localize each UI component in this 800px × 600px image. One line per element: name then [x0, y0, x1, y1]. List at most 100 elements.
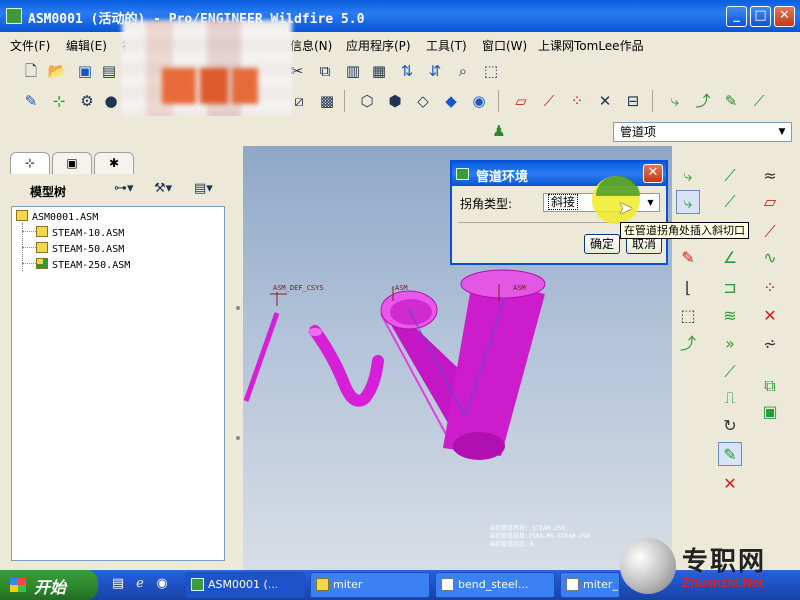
select-box-icon[interactable]: ⬚ — [480, 60, 502, 82]
pipe-bend-table-icon[interactable]: ⎍ — [718, 386, 742, 410]
pipe-stack-icon[interactable]: ⩫ — [758, 332, 782, 356]
pipe-bend-icon[interactable]: ∠ — [718, 246, 742, 270]
menu-edit[interactable]: 编辑(E) — [66, 37, 107, 54]
pipe-line-stock-icon[interactable]: ⟋ — [718, 164, 742, 188]
shading-icon[interactable]: ◆ — [440, 90, 462, 112]
dialog-close-icon[interactable]: ✕ — [643, 164, 663, 183]
hidden-line-icon[interactable]: ⬢ — [384, 90, 406, 112]
tooltip: 在管道拐角处插入斜切口 — [620, 222, 749, 239]
model-display-icon[interactable]: ◉ — [468, 90, 490, 112]
title-bar: ASM0001 (活动的) - Pro/ENGINEER Wildfire 5.… — [0, 0, 800, 32]
pipe-points-icon[interactable]: ⁘ — [758, 276, 782, 300]
pipe-box-icon[interactable]: ⬚ — [676, 304, 700, 328]
assembly-icon — [16, 210, 28, 221]
menu-applications[interactable]: 应用程序(P) — [346, 37, 411, 54]
save-icon[interactable]: ▣ — [74, 60, 96, 82]
network-icon[interactable]: ⊹ — [48, 90, 70, 112]
new-icon[interactable]: 🗋 — [20, 60, 42, 82]
pipe-edit-icon[interactable]: ✎ — [720, 90, 742, 112]
print-icon[interactable]: ▤ — [98, 60, 120, 82]
menu-window[interactable]: 窗口(W) — [482, 37, 527, 54]
datum-point-icon[interactable]: ⁘ — [566, 90, 588, 112]
paste-icon[interactable]: ▥ — [342, 60, 364, 82]
task-miter[interactable]: miter — [310, 572, 430, 598]
panel-sash[interactable] — [233, 146, 243, 570]
tree-filter-icon[interactable]: ▤▾ — [194, 181, 213, 201]
navigator-panel: ⊹ ▣ ✱ 模型树 ⊶▾ ⚒▾ ▤▾ ASM0001.ASM STEAM-10.… — [0, 146, 233, 570]
tab-model-tree[interactable]: ⊹ — [10, 152, 50, 174]
menu-info[interactable]: 信息(N) — [290, 37, 332, 54]
tree-item-steam-250[interactable]: STEAM-250.ASM — [36, 258, 130, 271]
corner-type-value: 斜接 — [548, 194, 579, 210]
regenerate-icon[interactable]: ⇅ — [396, 60, 418, 82]
selection-filter[interactable]: 管道项 ▼ — [613, 122, 792, 142]
shade-icon[interactable]: ● — [100, 90, 122, 112]
pipe-diagonal-icon[interactable]: ⟋ — [758, 220, 782, 244]
pipe-flow-icon[interactable]: » — [718, 332, 742, 356]
task-bend-steel[interactable]: bend_steel... — [435, 572, 555, 598]
pipe-wave-icon[interactable]: ≈ — [758, 164, 782, 188]
no-hidden-icon[interactable]: ◇ — [412, 90, 434, 112]
pipe-cross-icon[interactable]: ✕ — [758, 304, 782, 328]
show-desktop-icon[interactable]: ▤ — [110, 576, 126, 592]
tree-item-steam-10[interactable]: STEAM-10.ASM — [36, 226, 124, 239]
pipe-check-icon[interactable]: ✎ — [718, 442, 742, 466]
menu-file[interactable]: 文件(F) — [10, 37, 50, 54]
app-icon — [6, 8, 22, 24]
pipe-sketch-icon[interactable]: ✎ — [676, 246, 700, 270]
tree-settings-icon[interactable]: ⊶▾ — [114, 181, 134, 201]
close-button[interactable]: ✕ — [774, 6, 795, 27]
piping-toolbar: ⤷ ⟋ ≈ ⤷ ⟋ ▱ ⟋ ✎ ∠ ∿ ⌊ ⊐ ⁘ ⬚ ≋ ✕ ⤴ » ⩫ ⟋ … — [672, 146, 800, 570]
pipe-route-icon[interactable]: ⤴ — [692, 90, 714, 112]
tree-item-steam-50[interactable]: STEAM-50.ASM — [36, 242, 124, 255]
pipe-segment-icon[interactable]: ⟋ — [748, 90, 770, 112]
minimize-button[interactable]: _ — [726, 6, 747, 27]
start-button[interactable]: 开始 — [0, 570, 98, 600]
layer-icon[interactable]: ▩ — [316, 90, 338, 112]
pipe-wave2-icon[interactable]: ≋ — [718, 304, 742, 328]
wireframe-icon[interactable]: ⬡ — [356, 90, 378, 112]
sketch-icon[interactable]: ✎ — [20, 90, 42, 112]
pipe-small-left — [243, 312, 280, 402]
settings-icon[interactable]: ⚙ — [76, 90, 98, 112]
datum-plane-icon[interactable]: ▱ — [510, 90, 532, 112]
tree-columns-icon[interactable]: ⚒▾ — [154, 181, 172, 201]
task-asm0001[interactable]: ASM0001 (... — [185, 572, 305, 598]
open-icon[interactable]: 📂 — [46, 60, 68, 82]
pipe-layer-icon[interactable]: ▣ — [758, 400, 782, 424]
media-icon[interactable]: ◉ — [154, 576, 170, 592]
copy-icon[interactable]: ⧉ — [314, 60, 336, 82]
windows-logo-icon — [10, 578, 26, 592]
pipe-fitting-icon[interactable]: ⤴ — [676, 332, 700, 356]
maximize-button[interactable]: □ — [750, 6, 771, 27]
document-icon — [566, 578, 579, 591]
pipe-plane-icon[interactable]: ▱ — [758, 190, 782, 214]
datum-axis-icon[interactable]: ⟋ — [538, 90, 560, 112]
pipe-offset-icon[interactable]: ⊐ — [718, 276, 742, 300]
ie-icon[interactable]: ℯ — [132, 576, 148, 592]
paste-special-icon[interactable]: ▦ — [368, 60, 390, 82]
tab-folder-browser[interactable]: ▣ — [52, 152, 92, 174]
pipe-delete-icon[interactable]: ✕ — [718, 472, 742, 496]
pipe-insert-icon[interactable]: ⟋ — [718, 360, 742, 384]
find-icon[interactable]: ⌕ — [452, 60, 474, 82]
task-miter-2[interactable]: miter_... — [560, 572, 620, 598]
pipe-corner-icon[interactable]: ⌊ — [676, 276, 700, 300]
pipe-route-icon[interactable]: ⟋ — [718, 190, 742, 214]
annotation-icon[interactable]: ⊟ — [622, 90, 644, 112]
pipe-setup-icon[interactable]: ⤷ — [676, 164, 700, 188]
pipe-status-icon[interactable]: ♟ — [488, 120, 510, 142]
pipe-copy-icon[interactable]: ⧉ — [758, 374, 782, 398]
pipe-line-icon[interactable]: ⤷ — [664, 90, 686, 112]
tree-item-asm0001[interactable]: ASM0001.ASM — [16, 210, 98, 223]
regen-manager-icon[interactable]: ⇵ — [424, 60, 446, 82]
csys-icon[interactable]: ✕ — [594, 90, 616, 112]
pipe-environment-icon[interactable]: ⤷ — [676, 190, 700, 214]
tab-favorites[interactable]: ✱ — [94, 152, 134, 174]
pipe-spline-icon[interactable]: ∿ — [758, 246, 782, 270]
ok-button[interactable]: 确定 — [584, 234, 620, 254]
menu-tools[interactable]: 工具(T) — [426, 37, 467, 54]
watermark-url: Zhuanzhi.Net — [682, 575, 764, 590]
pipe-rotate-icon[interactable]: ↻ — [718, 414, 742, 438]
menu-author[interactable]: 上课网TomLee作品 — [538, 37, 644, 54]
